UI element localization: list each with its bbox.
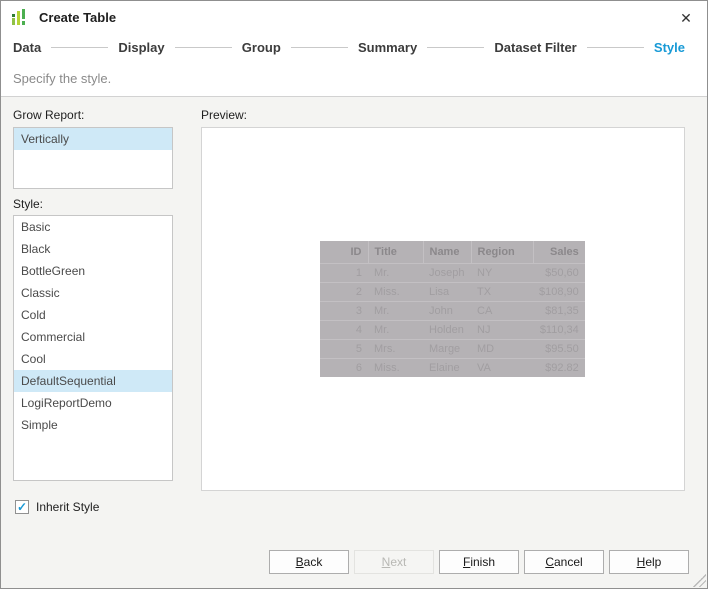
column-header: ID [320, 241, 369, 264]
table-cell: Marge [423, 339, 471, 359]
step-connector [290, 46, 348, 48]
back-button[interactable]: Back [269, 550, 349, 574]
table-cell: 3 [320, 301, 368, 321]
style-label: Style: [13, 197, 44, 211]
finish-button[interactable]: Finish [439, 550, 519, 574]
list-item[interactable]: Black [14, 238, 172, 260]
preview-table-header-row: ID Title Name Region Sales [320, 241, 585, 264]
table-cell: Joseph [423, 263, 471, 283]
checkbox-check-icon[interactable]: ✓ [15, 500, 29, 514]
table-cell: Lisa [423, 282, 471, 302]
close-icon[interactable]: ✕ [677, 9, 695, 27]
table-cell: Mrs. [368, 339, 423, 359]
table-cell: $92.82 [545, 361, 579, 374]
preview-panel: ID Title Name Region Sales 1 Mr. Joseph … [201, 127, 685, 491]
grow-report-label: Grow Report: [13, 108, 85, 122]
table-cell: Elaine [429, 361, 460, 374]
table-cell: Mr. [368, 263, 423, 283]
next-button: Next [354, 550, 434, 574]
table-cell: 5 [320, 339, 368, 359]
list-item[interactable]: BottleGreen [14, 260, 172, 282]
table-cell: 1 [320, 263, 368, 283]
preview-label: Preview: [201, 108, 248, 122]
table-row: 2 Miss. Lisa TX $108,90 [320, 282, 585, 302]
table-cell: Holden [423, 320, 471, 340]
table-cell: 6 [355, 361, 362, 374]
table-cell: Miss. [368, 282, 423, 302]
table-cell: VA [477, 361, 491, 374]
list-item[interactable]: Classic [14, 282, 172, 304]
dialog-buttons: Back Next Finish Cancel Help [269, 550, 689, 574]
dialog-body: Grow Report: Vertically Style: Basic Bla… [1, 97, 707, 588]
preview-table: ID Title Name Region Sales 1 Mr. Joseph … [320, 241, 585, 377]
table-cell: 4 [320, 320, 368, 340]
step-display[interactable]: Display [118, 40, 164, 55]
step-group[interactable]: Group [242, 40, 281, 55]
list-item-selected[interactable]: DefaultSequential [14, 370, 172, 392]
app-icon [11, 7, 31, 27]
table-row: 4 Mr. Holden NJ $110,34 [320, 320, 585, 340]
step-summary[interactable]: Summary [358, 40, 417, 55]
step-description: Specify the style. [13, 71, 112, 86]
step-connector [427, 46, 485, 48]
list-item[interactable]: Cool [14, 348, 172, 370]
create-table-dialog: Create Table ✕ Data Display Group Summar… [0, 0, 708, 589]
table-cell: NJ [471, 320, 533, 340]
step-connector [51, 46, 109, 48]
grow-report-list: Vertically [13, 127, 173, 189]
list-item[interactable]: Simple [14, 414, 172, 436]
table-cell: $95.50 [533, 339, 585, 359]
step-style[interactable]: Style [654, 40, 685, 55]
table-cell: $50,60 [533, 263, 585, 283]
table-cell: $110,34 [533, 320, 585, 340]
table-row: 5 Mrs. Marge MD $95.50 [320, 339, 585, 359]
table-cell: TX [471, 282, 533, 302]
resize-grip[interactable] [693, 574, 706, 587]
step-connector [174, 46, 232, 48]
column-header: Name [423, 241, 472, 264]
table-cell: NY [471, 263, 533, 283]
wizard-steps: Data Display Group Summary Dataset Filte… [13, 37, 685, 57]
list-item[interactable]: LogiReportDemo [14, 392, 172, 414]
title-bar[interactable]: Create Table ✕ [1, 1, 707, 33]
column-header: Title [368, 241, 424, 264]
list-item[interactable]: Basic [14, 216, 172, 238]
table-cell: Mr. [368, 301, 423, 321]
help-button[interactable]: Help [609, 550, 689, 574]
dialog-title: Create Table [39, 9, 117, 25]
inherit-style-checkbox[interactable]: ✓ Inherit Style [15, 500, 99, 514]
list-item[interactable]: Cold [14, 304, 172, 326]
table-cell: $108,90 [533, 282, 585, 302]
step-connector [586, 46, 644, 48]
table-row: 6 Miss. Elaine VA $92.82 [320, 358, 585, 377]
style-list: Basic Black BottleGreen Classic Cold Com… [13, 215, 173, 481]
table-cell: John [423, 301, 471, 321]
step-data[interactable]: Data [13, 40, 41, 55]
column-header: Sales [533, 241, 585, 264]
inherit-style-label: Inherit Style [36, 500, 100, 514]
list-item[interactable]: Commercial [14, 326, 172, 348]
table-cell: $81,35 [533, 301, 585, 321]
table-cell: 2 [320, 282, 368, 302]
table-cell: CA [471, 301, 533, 321]
cancel-button[interactable]: Cancel [524, 550, 604, 574]
table-cell: Mr. [368, 320, 423, 340]
table-cell: Miss. [374, 361, 400, 374]
column-header: Region [471, 241, 534, 264]
table-row: 3 Mr. John CA $81,35 [320, 301, 585, 321]
table-cell: MD [471, 339, 533, 359]
step-dataset-filter[interactable]: Dataset Filter [494, 40, 576, 55]
list-item[interactable]: Vertically [14, 128, 172, 150]
table-row: 1 Mr. Joseph NY $50,60 [320, 263, 585, 283]
